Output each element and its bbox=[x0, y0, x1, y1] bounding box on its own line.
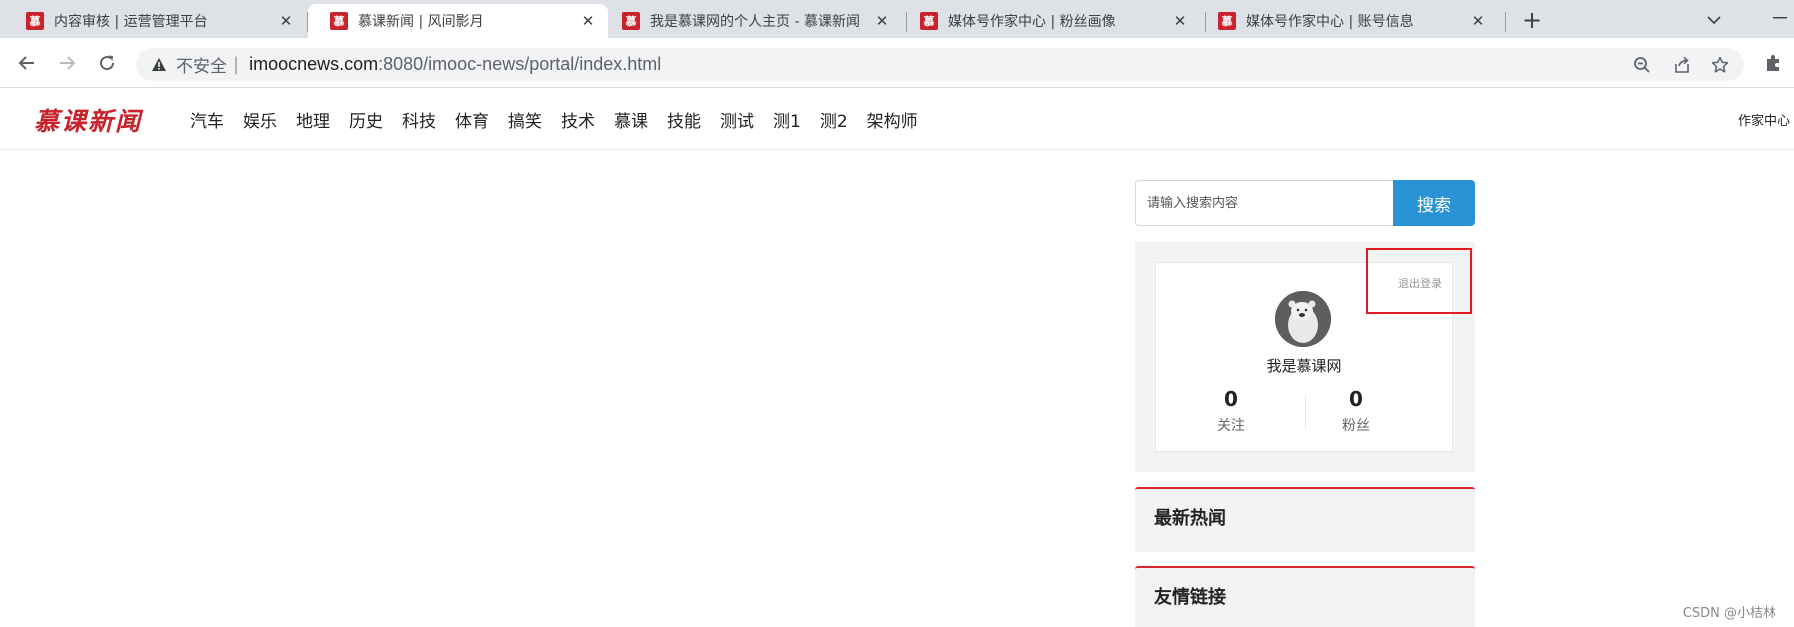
tab-separator bbox=[1505, 12, 1506, 32]
tab-title: 慕课新闻 | 风间影月 bbox=[358, 14, 484, 30]
tab-title: 媒体号作家中心 | 账号信息 bbox=[1246, 14, 1414, 30]
nav-item[interactable]: 技能 bbox=[667, 107, 701, 132]
friend-links-title: 友情链接 bbox=[1154, 587, 1226, 608]
following-count: 0 bbox=[1224, 387, 1238, 411]
tab-fans-portrait[interactable]: 慕 媒体号作家中心 | 粉丝画像 ✕ bbox=[898, 4, 1200, 38]
search-input[interactable] bbox=[1135, 180, 1393, 226]
tab-personal-home[interactable]: 慕 我是慕课网的个人主页 - 慕课新闻 ✕ bbox=[600, 4, 902, 38]
nav-item[interactable]: 科技 bbox=[402, 107, 436, 132]
friend-links-section: 友情链接 bbox=[1135, 566, 1475, 627]
tab-favicon: 慕 bbox=[622, 12, 640, 30]
tab-title: 我是慕课网的个人主页 - 慕课新闻 bbox=[650, 14, 860, 30]
nav-item[interactable]: 测1 bbox=[773, 107, 801, 132]
watermark: CSDN @小桔林 bbox=[1682, 606, 1776, 621]
category-nav: 汽车 娱乐 地理 历史 科技 体育 搞笑 技术 慕课 技能 测试 测1 测2 架… bbox=[190, 107, 937, 132]
fans-stat[interactable]: 0 粉丝 bbox=[1296, 387, 1416, 435]
tab-list-icon[interactable] bbox=[1700, 6, 1728, 34]
reload-icon[interactable] bbox=[92, 48, 122, 78]
close-icon[interactable]: ✕ bbox=[872, 11, 892, 31]
nav-item[interactable]: 体育 bbox=[455, 107, 489, 132]
avatar[interactable] bbox=[1275, 291, 1331, 347]
nav-item[interactable]: 慕课 bbox=[614, 107, 648, 132]
forward-icon[interactable] bbox=[52, 48, 82, 78]
fans-label: 粉丝 bbox=[1342, 418, 1370, 434]
following-label: 关注 bbox=[1217, 418, 1245, 434]
tab-title: 内容审核 | 运营管理平台 bbox=[54, 14, 208, 30]
address-bar[interactable]: 不安全 | imoocnews.com:8080/imooc-news/port… bbox=[136, 48, 1744, 81]
star-icon[interactable] bbox=[1708, 53, 1732, 77]
nav-item[interactable]: 测试 bbox=[720, 107, 754, 132]
url-divider: | bbox=[233, 54, 240, 75]
hot-news-title: 最新热闻 bbox=[1154, 508, 1226, 529]
site-logo[interactable]: 慕课新闻 bbox=[34, 102, 142, 138]
nav-item[interactable]: 汽车 bbox=[190, 107, 224, 132]
user-panel: 退出登录 我是慕课网 0 关注 0 粉丝 bbox=[1135, 242, 1475, 472]
search-box: 搜索 bbox=[1135, 180, 1475, 226]
browser-tab-strip: 慕 内容审核 | 运营管理平台 ✕ 慕 慕课新闻 | 风间影月 ✕ 慕 我是慕课… bbox=[0, 0, 1794, 38]
nav-item[interactable]: 测2 bbox=[820, 107, 848, 132]
fans-count: 0 bbox=[1349, 387, 1363, 411]
search-button[interactable]: 搜索 bbox=[1393, 180, 1475, 226]
nav-item[interactable]: 架构师 bbox=[867, 107, 918, 132]
annotation-highlight-box bbox=[1366, 248, 1472, 314]
warning-icon[interactable] bbox=[150, 56, 168, 74]
author-center-link[interactable]: 作家中心 bbox=[1738, 110, 1790, 129]
tab-favicon: 慕 bbox=[330, 12, 348, 30]
nav-item[interactable]: 搞笑 bbox=[508, 107, 542, 132]
nav-item[interactable]: 历史 bbox=[349, 107, 383, 132]
extensions-icon[interactable] bbox=[1760, 50, 1786, 76]
close-icon[interactable]: ✕ bbox=[1170, 11, 1190, 31]
site-header: 慕课新闻 汽车 娱乐 地理 历史 科技 体育 搞笑 技术 慕课 技能 测试 测1… bbox=[0, 88, 1794, 150]
tab-account-info[interactable]: 慕 媒体号作家中心 | 账号信息 ✕ bbox=[1196, 4, 1498, 38]
share-icon[interactable] bbox=[1670, 53, 1694, 77]
url-text[interactable]: imoocnews.com:8080/imooc-news/portal/ind… bbox=[249, 54, 661, 75]
tab-favicon: 慕 bbox=[1218, 12, 1236, 30]
minimize-icon[interactable] bbox=[1766, 4, 1794, 32]
new-tab-icon[interactable]: + bbox=[1518, 6, 1546, 34]
tab-imooc-news[interactable]: 慕 慕课新闻 | 风间影月 ✕ bbox=[308, 4, 608, 38]
close-icon[interactable]: ✕ bbox=[1468, 11, 1488, 31]
zoom-icon[interactable] bbox=[1630, 53, 1654, 77]
security-label[interactable]: 不安全 bbox=[176, 52, 227, 77]
nav-item[interactable]: 技术 bbox=[561, 107, 595, 132]
nav-item[interactable]: 娱乐 bbox=[243, 107, 277, 132]
browser-toolbar: 不安全 | imoocnews.com:8080/imooc-news/port… bbox=[0, 38, 1794, 88]
tab-title: 媒体号作家中心 | 粉丝画像 bbox=[948, 14, 1116, 30]
tab-favicon: 慕 bbox=[26, 12, 44, 30]
close-icon[interactable]: ✕ bbox=[578, 11, 598, 31]
tab-content-review[interactable]: 慕 内容审核 | 运营管理平台 ✕ bbox=[4, 4, 306, 38]
tab-favicon: 慕 bbox=[920, 12, 938, 30]
nav-item[interactable]: 地理 bbox=[296, 107, 330, 132]
hot-news-section: 最新热闻 bbox=[1135, 487, 1475, 552]
username: 我是慕课网 bbox=[1266, 357, 1342, 375]
following-stat[interactable]: 0 关注 bbox=[1171, 387, 1291, 435]
back-icon[interactable] bbox=[12, 48, 42, 78]
close-icon[interactable]: ✕ bbox=[276, 11, 296, 31]
